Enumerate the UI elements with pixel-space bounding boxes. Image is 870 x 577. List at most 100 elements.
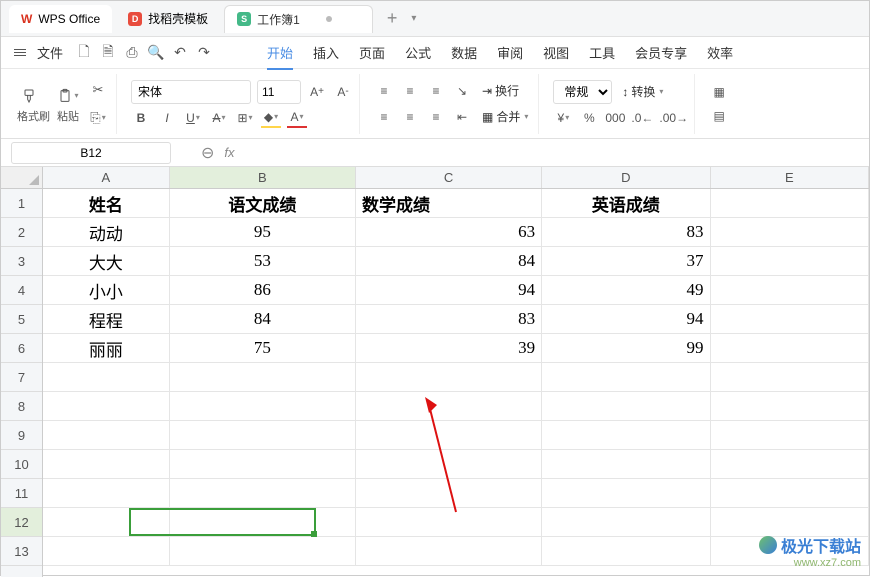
cell[interactable] — [43, 421, 170, 450]
column-header[interactable]: C — [356, 167, 542, 188]
italic-button[interactable]: I — [157, 108, 177, 128]
cell[interactable]: 84 — [170, 305, 356, 334]
column-header[interactable]: A — [43, 167, 170, 188]
ribbon-tab-tools[interactable]: 工具 — [589, 43, 615, 62]
strike-button[interactable]: A▾ — [209, 108, 229, 128]
percent-button[interactable]: % — [579, 108, 599, 128]
cell[interactable] — [711, 305, 869, 334]
cell[interactable] — [170, 479, 356, 508]
cell-area[interactable]: 姓名语文成绩数学成绩英语成绩动动956383大大538437小小869449程程… — [43, 189, 869, 577]
cell[interactable] — [542, 479, 710, 508]
column-headers[interactable]: ABCDE — [43, 167, 869, 189]
cell[interactable] — [711, 218, 869, 247]
cell[interactable] — [170, 537, 356, 566]
convert-button[interactable]: ↕转换▾ — [618, 81, 667, 103]
cell[interactable]: 数学成绩 — [356, 189, 542, 218]
column-header[interactable]: D — [542, 167, 710, 188]
tab-wps-office[interactable]: W WPS Office — [9, 5, 112, 33]
cell[interactable]: 99 — [542, 334, 710, 363]
cell[interactable] — [711, 189, 869, 218]
ribbon-tab-start[interactable]: 开始 — [267, 43, 293, 62]
decrease-decimal-button[interactable]: .0← — [631, 108, 653, 128]
cell[interactable]: 动动 — [43, 218, 170, 247]
redo-icon[interactable]: ↷ — [195, 44, 213, 62]
align-left-button[interactable]: ≡ — [374, 107, 394, 127]
copy-button[interactable]: ⎘▾ — [86, 106, 110, 130]
cut-button[interactable]: ✂ — [86, 78, 110, 102]
cell[interactable]: 49 — [542, 276, 710, 305]
cell[interactable]: 86 — [170, 276, 356, 305]
cell[interactable] — [356, 392, 542, 421]
cell[interactable] — [43, 537, 170, 566]
row-header[interactable]: 11 — [1, 479, 42, 508]
preview-icon[interactable]: 🔍 — [147, 44, 165, 62]
row-header[interactable]: 5 — [1, 305, 42, 334]
cell[interactable] — [711, 363, 869, 392]
cell[interactable] — [170, 392, 356, 421]
cell[interactable] — [356, 363, 542, 392]
cell[interactable] — [356, 508, 542, 537]
cell[interactable] — [170, 363, 356, 392]
tab-dropdown-icon[interactable]: ▾ — [411, 13, 416, 24]
align-right-button[interactable]: ≡ — [426, 107, 446, 127]
cell[interactable]: 大大 — [43, 247, 170, 276]
select-all-corner[interactable] — [1, 167, 43, 189]
cell[interactable] — [43, 450, 170, 479]
font-color-button[interactable]: A▾ — [287, 108, 307, 128]
cell[interactable] — [542, 421, 710, 450]
cell[interactable] — [542, 450, 710, 479]
cell[interactable] — [711, 334, 869, 363]
cell[interactable]: 94 — [356, 276, 542, 305]
cell[interactable] — [43, 363, 170, 392]
cell[interactable] — [170, 508, 356, 537]
cell[interactable]: 83 — [542, 218, 710, 247]
cell[interactable] — [356, 421, 542, 450]
cell[interactable] — [542, 392, 710, 421]
cell[interactable] — [542, 363, 710, 392]
cell[interactable]: 94 — [542, 305, 710, 334]
row-header[interactable]: 10 — [1, 450, 42, 479]
increase-decimal-button[interactable]: .00→ — [659, 108, 688, 128]
align-top-button[interactable]: ≡ — [374, 81, 394, 101]
font-size-select[interactable] — [257, 80, 301, 104]
hamburger-icon[interactable] — [11, 44, 29, 62]
new-icon[interactable]: 🗎 — [99, 44, 117, 62]
cell[interactable] — [711, 392, 869, 421]
row-header[interactable]: 12 — [1, 508, 42, 537]
paste-button[interactable]: ▾ 粘贴 — [56, 84, 80, 124]
wrap-button[interactable]: ⇥换行 — [478, 80, 523, 102]
ribbon-tab-member[interactable]: 会员专享 — [635, 43, 687, 62]
cell[interactable] — [711, 421, 869, 450]
cell[interactable]: 姓名 — [43, 189, 170, 218]
tab-template[interactable]: D 找稻壳模板 — [116, 5, 220, 33]
font-name-select[interactable] — [131, 80, 251, 104]
cell[interactable]: 丽丽 — [43, 334, 170, 363]
ribbon-tab-data[interactable]: 数据 — [451, 43, 477, 62]
fx-cancel-icon[interactable]: ⊖ — [201, 143, 214, 163]
row-header[interactable]: 3 — [1, 247, 42, 276]
cell[interactable] — [542, 537, 710, 566]
cell[interactable]: 84 — [356, 247, 542, 276]
formula-input[interactable] — [245, 146, 745, 160]
column-header[interactable]: E — [711, 167, 869, 188]
bold-button[interactable]: B — [131, 108, 151, 128]
save-icon[interactable]: 🗋 — [75, 44, 93, 62]
ribbon-tab-view[interactable]: 视图 — [543, 43, 569, 62]
row-header[interactable]: 7 — [1, 363, 42, 392]
file-menu[interactable]: 文件 — [37, 43, 63, 62]
cell[interactable]: 75 — [170, 334, 356, 363]
cell[interactable] — [43, 392, 170, 421]
cell[interactable] — [542, 508, 710, 537]
align-bottom-button[interactable]: ≡ — [426, 81, 446, 101]
ribbon-tab-formula[interactable]: 公式 — [405, 43, 431, 62]
row-header[interactable]: 9 — [1, 421, 42, 450]
cond-format-button[interactable]: ▦ — [709, 82, 729, 102]
name-box[interactable] — [11, 142, 171, 164]
tab-workbook[interactable]: S 工作簿1 — [224, 5, 373, 33]
cell[interactable] — [356, 537, 542, 566]
cell[interactable]: 英语成绩 — [542, 189, 710, 218]
table-format-button[interactable]: ▤ — [709, 106, 729, 126]
spreadsheet-grid[interactable]: ABCDE 12345678910111213 姓名语文成绩数学成绩英语成绩动动… — [1, 167, 869, 577]
cell[interactable] — [711, 276, 869, 305]
cell[interactable] — [170, 450, 356, 479]
